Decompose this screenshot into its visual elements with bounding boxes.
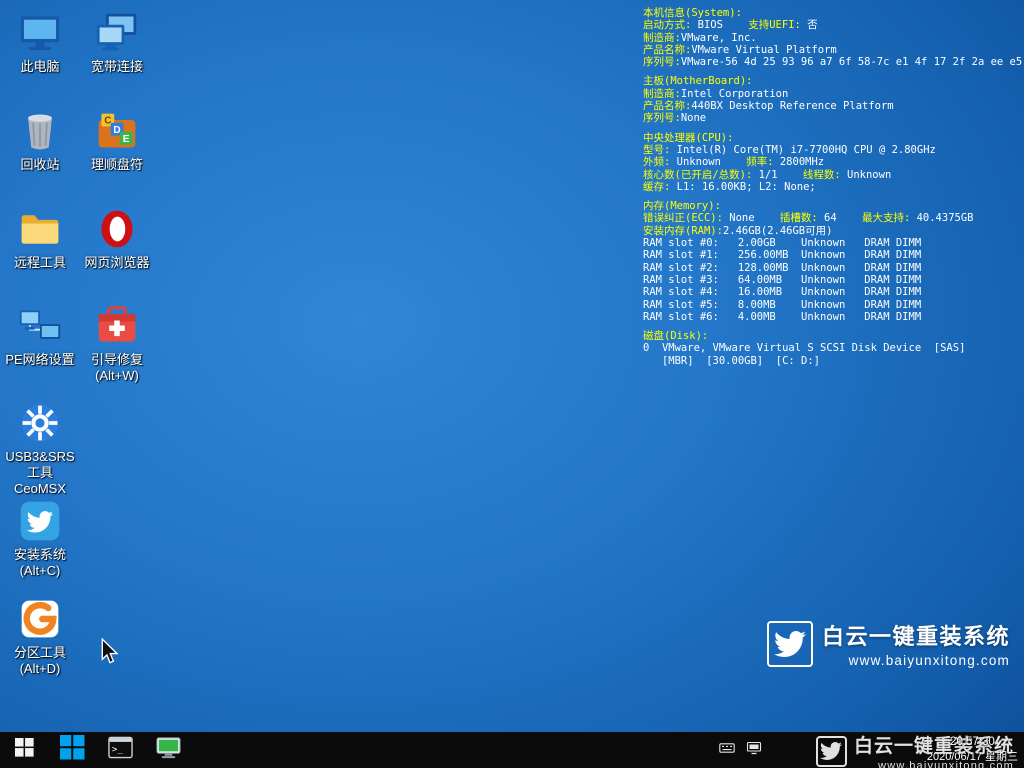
system-info-line: 0 VMware, VMware Virtual S SCSI Disk Dev… — [643, 342, 1022, 354]
system-info-line: RAM slot #3: 64.00MB Unknown DRAM DIMM — [643, 274, 1022, 286]
windows-start-icon — [15, 738, 34, 762]
usb-gear-icon — [17, 400, 63, 446]
taskbar-app-cmd-app[interactable]: >_ — [96, 732, 144, 768]
dual-monitor-icon — [94, 10, 140, 56]
svg-text:>_: >_ — [111, 745, 122, 755]
desktop-icon-this-pc[interactable]: 此电脑 — [4, 10, 76, 75]
desktop-icon-label: 回收站 — [20, 157, 59, 173]
computer-icon — [17, 10, 63, 56]
desktop-icon-label: 远程工具 — [14, 255, 66, 271]
watermark-url: www.baiyunxitong.com — [849, 653, 1010, 668]
bird-logo-icon — [816, 736, 847, 767]
system-info-line: 安装内存(RAM):2.46GB(2.46GB可用) — [643, 225, 1022, 237]
keyboard-tray-icon — [719, 740, 735, 761]
desktop-icon-usb3-srs-tools[interactable]: USB3&SRS工具CeoMSX — [4, 400, 76, 497]
recycle-bin-icon — [17, 108, 63, 154]
brand-watermark: 白云一键重装系统 www.baiyunxitong.com — [767, 619, 1010, 668]
desktop-icon-label: 安装系统(Alt+C) — [14, 547, 66, 579]
tray-network-status[interactable] — [746, 742, 762, 758]
desktop-icon-recycle-bin[interactable]: 回收站 — [4, 108, 76, 173]
taskbar: >_ 白云一键重装系统 www.baiyunxitong.com 20:57:3… — [0, 732, 1024, 768]
desktop-icon-label: 此电脑 — [20, 59, 59, 75]
desktop-icon-pe-network-settings[interactable]: PE网络设置 — [4, 303, 76, 368]
system-info-line: 磁盘(Disk): — [643, 330, 1022, 342]
desktop-icon-label: 分区工具(Alt+D) — [14, 645, 66, 677]
system-info-line: RAM slot #0: 2.00GB Unknown DRAM DIMM — [643, 237, 1022, 249]
clock-date: 2020/06/17 星期三 — [927, 750, 1018, 764]
system-info-line: RAM slot #5: 8.00MB Unknown DRAM DIMM — [643, 299, 1022, 311]
taskbar-app-buttons: >_ — [0, 732, 192, 768]
desktop-icon-label: 引导修复(Alt+W) — [91, 352, 143, 384]
diskgenius-icon — [17, 596, 63, 642]
svg-text:C: C — [104, 116, 111, 127]
system-info-line: 错误纠正(ECC): None 插槽数: 64 最大支持: 40.4375GB — [643, 212, 1022, 224]
system-info-panel: 本机信息(System):启动方式: BIOS 支持UEFI: 否制造商:VMw… — [643, 7, 1022, 367]
system-info-line: [MBR] [30.00GB] [C: D:] — [643, 355, 1022, 367]
system-info-line: 型号: Intel(R) Core(TM) i7-7700HQ CPU @ 2.… — [643, 144, 1022, 156]
bird-app-icon — [17, 498, 63, 544]
system-info-line: RAM slot #1: 256.00MB Unknown DRAM DIMM — [643, 249, 1022, 261]
watermark-title: 白云一键重装系统 — [822, 619, 1010, 651]
desktop-icon-remote-tools[interactable]: 远程工具 — [4, 206, 76, 271]
desktop-icon-install-system[interactable]: 安装系统(Alt+C) — [4, 498, 76, 579]
taskbar-clock[interactable]: 20:57:30 2020/06/17 星期三 — [927, 735, 1018, 764]
system-info-line: RAM slot #6: 4.00MB Unknown DRAM DIMM — [643, 311, 1022, 323]
repair-kit-icon — [94, 303, 140, 349]
desktop-icon-label: 宽带连接 — [91, 59, 143, 75]
clock-time: 20:57:30 — [927, 735, 1018, 750]
mouse-cursor-icon — [100, 638, 119, 670]
desktop-icon-label: 网页浏览器 — [84, 255, 149, 271]
desktop-icon-broadband-connection[interactable]: 宽带连接 — [81, 10, 153, 75]
tray-input-indicator[interactable] — [719, 742, 735, 758]
network-monitors-icon — [17, 303, 63, 349]
pe-launcher-icon — [156, 735, 181, 765]
desktop-icon-drive-letter-tool[interactable]: CDE 理顺盘符 — [81, 108, 153, 173]
svg-text:D: D — [113, 125, 120, 136]
drive-letters-icon: CDE — [94, 108, 140, 154]
start-button[interactable] — [0, 732, 48, 768]
system-info-line: 产品名称:440BX Desktop Reference Platform — [643, 100, 1022, 112]
system-info-line: 中央处理器(CPU): — [643, 132, 1022, 144]
system-info-line: 缓存: L1: 16.00KB; L2: None; — [643, 181, 1022, 193]
system-info-line: 本机信息(System): — [643, 7, 1022, 19]
desktop-icon-label: PE网络设置 — [5, 352, 74, 368]
system-info-line: 制造商:Intel Corporation — [643, 88, 1022, 100]
system-info-line: 序列号:VMware-56 4d 25 93 96 a7 6f 58-7c e1… — [643, 56, 1022, 68]
system-info-line: 序列号:None — [643, 112, 1022, 124]
opera-icon — [94, 206, 140, 252]
system-info-line: 内存(Memory): — [643, 200, 1022, 212]
taskbar-app-windows-app[interactable] — [48, 732, 96, 768]
desktop-icon-label: 理顺盘符 — [91, 157, 143, 173]
desktop-icon-boot-repair[interactable]: 引导修复(Alt+W) — [81, 303, 153, 384]
folder-icon — [17, 206, 63, 252]
system-info-line: RAM slot #2: 128.00MB Unknown DRAM DIMM — [643, 262, 1022, 274]
desktop-icon-partition-tool[interactable]: 分区工具(Alt+D) — [4, 596, 76, 677]
windows-logo-icon — [60, 735, 85, 765]
cmd-icon: >_ — [108, 735, 133, 765]
bird-logo-icon — [767, 621, 813, 667]
system-info-line: 核心数(已开启/总数): 1/1 线程数: Unknown — [643, 169, 1022, 181]
desktop-icon-web-browser[interactable]: 网页浏览器 — [81, 206, 153, 271]
network-tray-icon — [746, 740, 762, 761]
system-info-line: 启动方式: BIOS 支持UEFI: 否 — [643, 19, 1022, 31]
system-info-line: 外频: Unknown 频率: 2800MHz — [643, 156, 1022, 168]
system-info-line: RAM slot #4: 16.00MB Unknown DRAM DIMM — [643, 286, 1022, 298]
desktop: 此电脑 宽带连接回收站 CDE 理顺盘符远程工具 网页浏览器 PE网络设置 引导修复(Alt… — [0, 0, 1024, 732]
taskbar-app-pe-launcher[interactable] — [144, 732, 192, 768]
system-info-line: 主板(MotherBoard): — [643, 75, 1022, 87]
system-info-line — [643, 125, 1022, 132]
svg-text:E: E — [123, 134, 130, 145]
system-tray — [719, 732, 762, 768]
system-info-line: 制造商:VMware, Inc. — [643, 32, 1022, 44]
system-info-line: 产品名称:VMware Virtual Platform — [643, 44, 1022, 56]
desktop-icon-label: USB3&SRS工具CeoMSX — [4, 449, 76, 497]
